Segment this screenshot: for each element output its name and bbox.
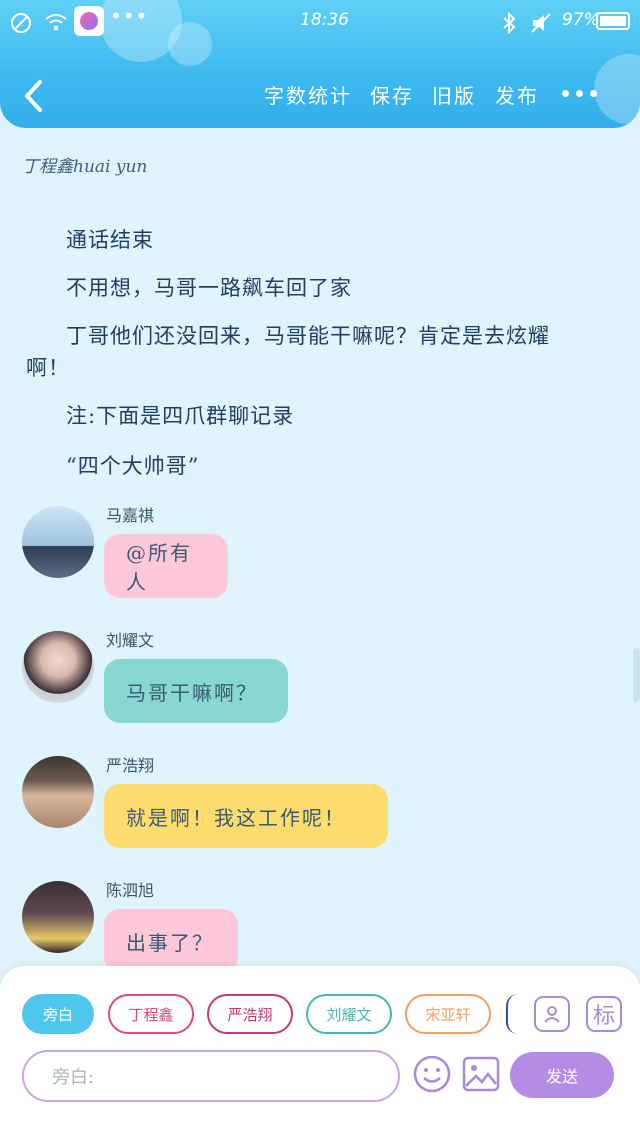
send-label: 发送 [545, 1067, 578, 1086]
app-icon [74, 6, 104, 36]
paragraph: “四个大帅哥” [66, 454, 200, 478]
sender-name: 陈泗旭 [106, 881, 155, 900]
chip-label: 宋亚轩 [425, 1005, 471, 1024]
more-chips-edge[interactable] [506, 994, 518, 1034]
message-input[interactable]: 旁白: [22, 1050, 400, 1102]
bluetooth-icon [503, 12, 516, 34]
no-disturb-icon [11, 13, 31, 33]
nav-bar: 字数统计 保存 旧版 发布 [0, 70, 640, 118]
avatar[interactable] [22, 506, 94, 578]
avatar[interactable] [22, 631, 94, 703]
sender-name: 刘耀文 [106, 631, 155, 650]
wifi-icon [45, 14, 67, 31]
paragraph: 丁哥他们还没回来，马哥能干嘛呢？肯定是去炫耀 [66, 324, 550, 348]
save-button[interactable]: 保存 [370, 80, 414, 109]
tag-button[interactable]: 标 [586, 996, 622, 1032]
more-icon[interactable] [562, 90, 597, 97]
status-time: 18:36 [300, 10, 349, 30]
publish-button[interactable]: 发布 [495, 80, 539, 109]
paragraph: 通话结束 [66, 228, 154, 252]
chip-label: 严浩翔 [227, 1005, 273, 1024]
back-icon[interactable] [22, 78, 46, 114]
message-bubble[interactable]: 马哥干嘛啊？ [104, 659, 288, 723]
mute-icon [531, 13, 551, 33]
author-line: 丁程鑫huai yun [22, 157, 148, 177]
compose-panel: 旁白 丁程鑫 严浩翔 刘耀文 宋亚轩 标 旁白: 发送 [0, 966, 640, 1138]
tag-label: 标 [592, 1004, 615, 1029]
input-placeholder: 旁白: [52, 1067, 95, 1088]
sender-name: 马嘉祺 [106, 506, 155, 525]
message-text: @所有人 [126, 541, 192, 594]
message-bubble[interactable]: @所有人 [104, 534, 228, 598]
role-chip[interactable]: 刘耀文 [306, 994, 392, 1034]
message-text: 马哥干嘛啊？ [126, 680, 258, 705]
chip-label: 刘耀文 [326, 1005, 372, 1024]
emoji-icon[interactable] [412, 1054, 452, 1094]
old-version-button[interactable]: 旧版 [432, 80, 476, 109]
chip-label: 丁程鑫 [128, 1005, 174, 1024]
message-bubble[interactable]: 就是啊！我这工作呢！ [104, 784, 388, 848]
paragraph: 不用想，马哥一路飙车回了家 [66, 276, 352, 300]
word-count-button[interactable]: 字数统计 [264, 80, 352, 109]
avatar[interactable] [22, 881, 94, 953]
battery-icon [596, 12, 630, 30]
avatar[interactable] [22, 756, 94, 828]
more-notifications-icon: ••• [110, 4, 149, 28]
message-text: 出事了？ [126, 930, 214, 955]
role-chip[interactable]: 丁程鑫 [108, 994, 194, 1034]
status-bar: ••• 18:36 97% [0, 0, 640, 44]
paragraph: 注:下面是四爪群聊记录 [66, 404, 295, 428]
role-chip-narrator[interactable]: 旁白 [22, 994, 94, 1034]
person-card-icon[interactable] [534, 996, 570, 1032]
paragraph-continuation: 啊！ [26, 356, 70, 380]
image-icon[interactable] [462, 1056, 500, 1092]
send-button[interactable]: 发送 [510, 1052, 614, 1098]
message-text: 就是啊！我这工作呢！ [126, 805, 346, 830]
role-chip[interactable]: 严浩翔 [207, 994, 293, 1034]
role-chip[interactable]: 宋亚轩 [405, 994, 491, 1034]
battery-percent: 97% [562, 10, 600, 30]
chip-label: 旁白 [42, 1005, 73, 1024]
top-header: ••• 18:36 97% 字数统计 保存 旧版 发布 [0, 0, 640, 128]
message-bubble[interactable]: 出事了？ [104, 909, 238, 973]
scrollbar[interactable] [633, 648, 640, 702]
sender-name: 严浩翔 [106, 756, 155, 775]
